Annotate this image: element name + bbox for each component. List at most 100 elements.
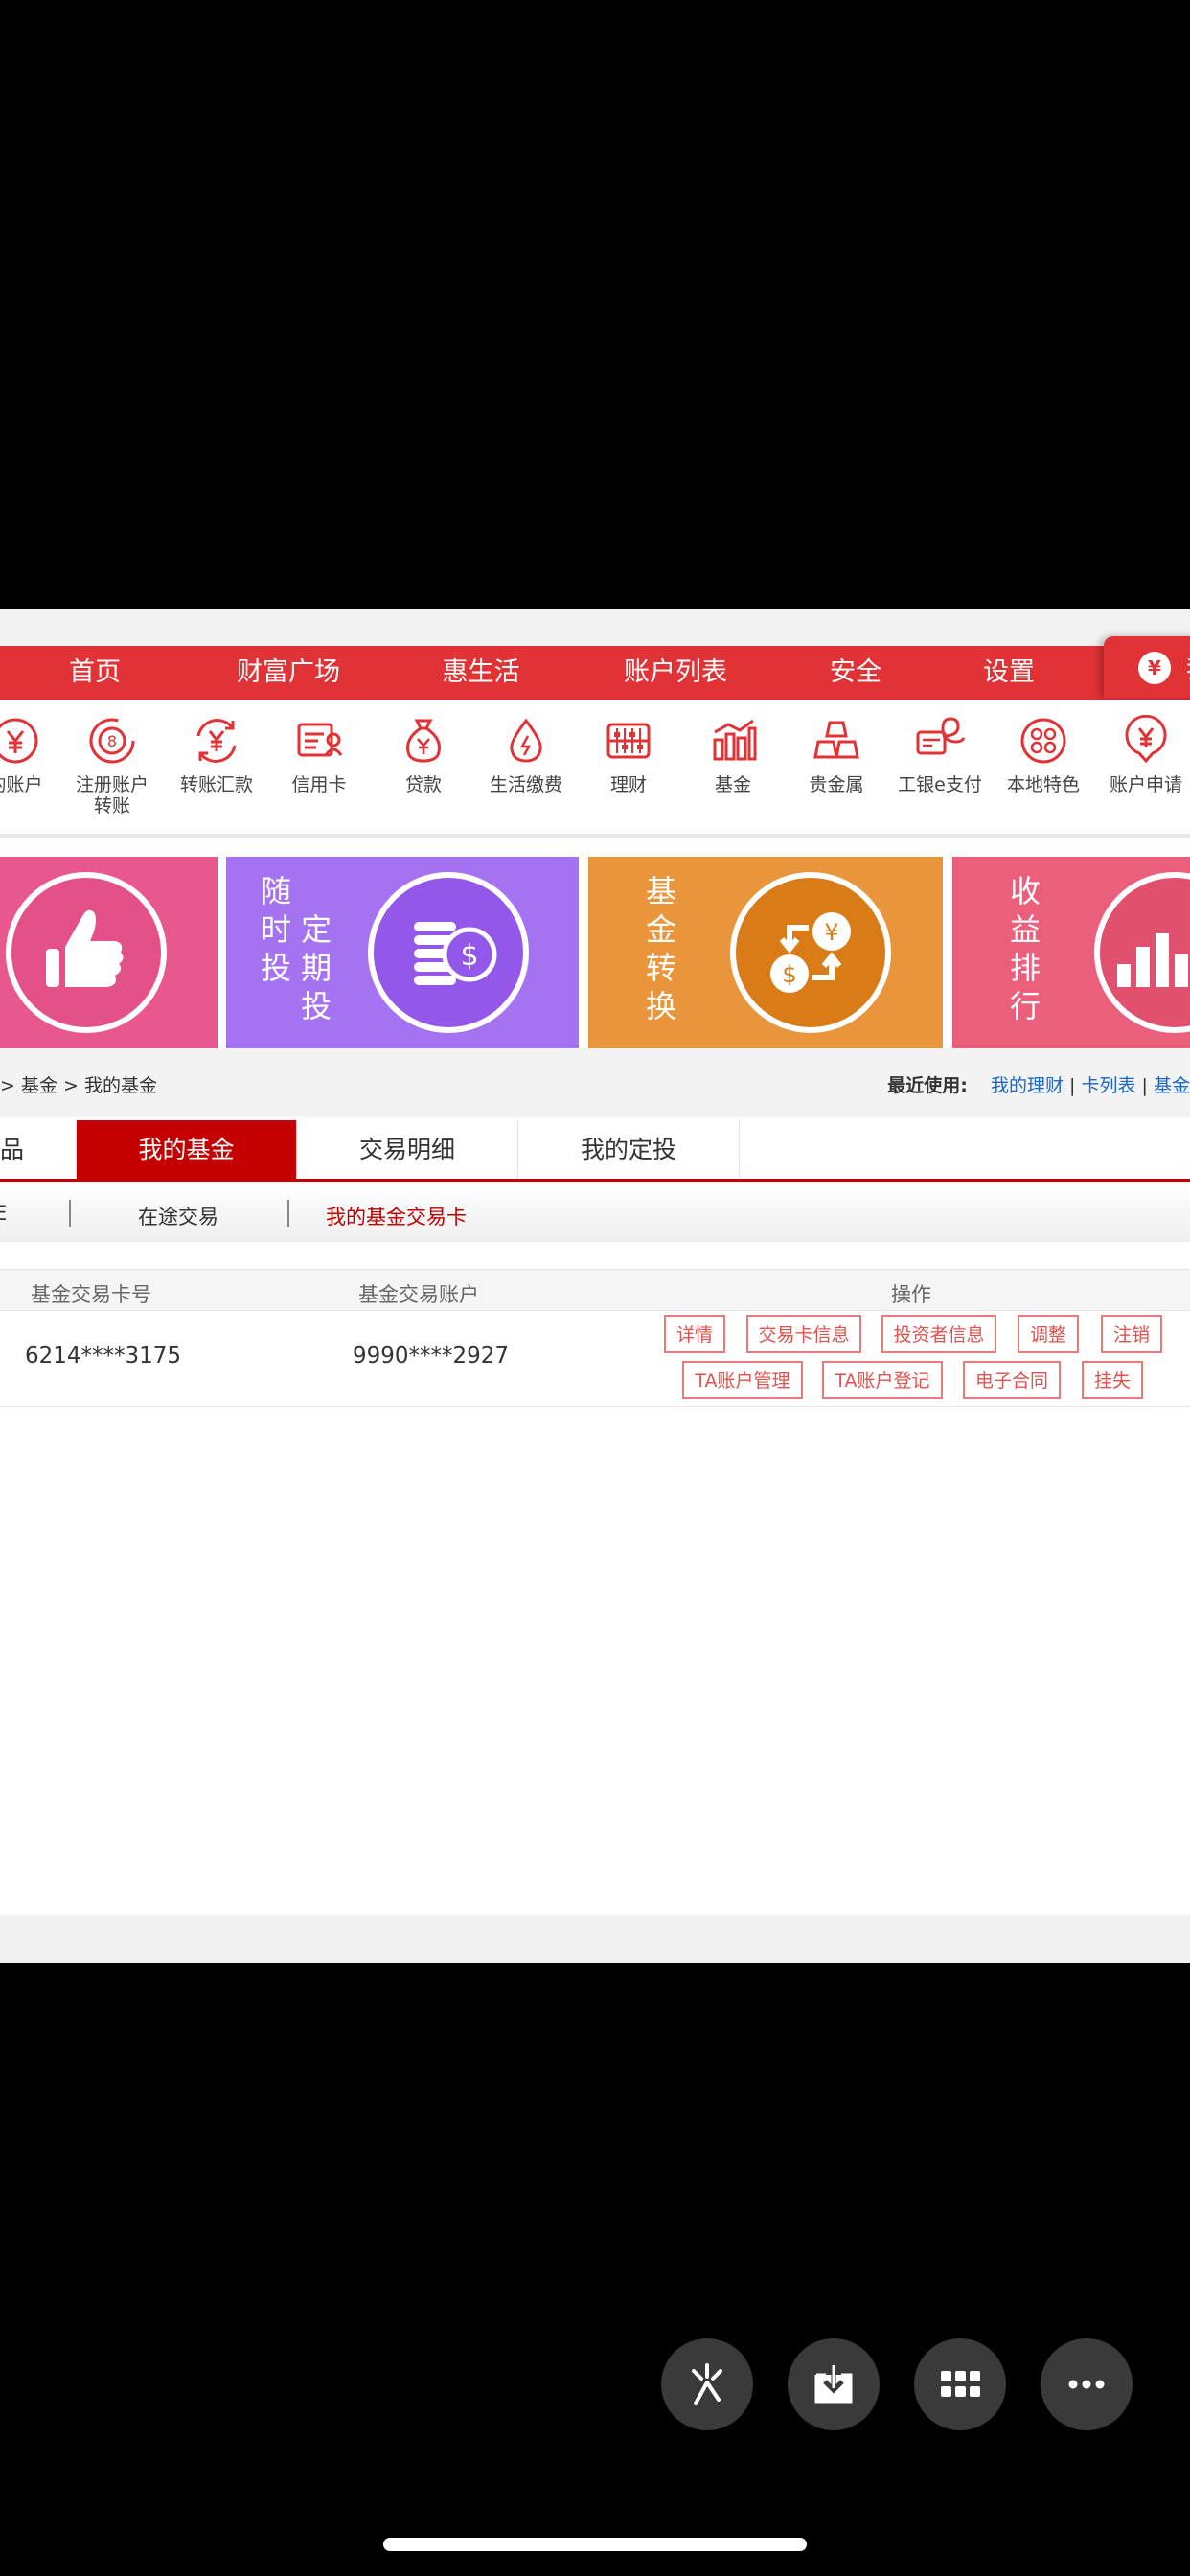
quick-link-credit-card[interactable]: 信用卡: [267, 700, 371, 795]
quick-link-label: 基金: [714, 774, 751, 795]
banner-recommend[interactable]: [0, 857, 218, 1048]
svg-text:8: 8: [107, 732, 117, 750]
local-dots-icon: [1020, 718, 1066, 764]
subtab-fund-trade-card[interactable]: 我的基金交易卡: [326, 1202, 467, 1230]
my-assets-badge[interactable]: ¥ 我: [1104, 636, 1190, 698]
report-loss-button[interactable]: 挂失: [1082, 1361, 1143, 1399]
grid-icon: [941, 2371, 980, 2397]
link-divider: |: [1069, 1075, 1082, 1096]
link-divider: |: [1141, 1075, 1154, 1096]
quick-link-fund[interactable]: 基金: [681, 700, 785, 795]
yuan-account-icon: [1125, 715, 1167, 764]
quick-link-account-apply[interactable]: 账户申请: [1094, 700, 1190, 795]
card-number: 6214****3175: [25, 1344, 182, 1368]
top-navigation: 首页 财富广场 惠生活 账户列表 安全 设置: [0, 646, 1190, 700]
badge-label: 我: [1186, 650, 1190, 685]
cancel-account-button[interactable]: 注销: [1101, 1315, 1162, 1353]
quick-link-label: 信用卡: [291, 774, 347, 795]
share-icon: [692, 2363, 722, 2405]
banner-title: 基 金 转 换: [646, 873, 677, 1024]
transfer-yuan-icon: [196, 719, 237, 763]
quick-link-label: 生活缴费: [489, 774, 562, 795]
fund-page: 首页 财富广场 惠生活 账户列表 安全 设置 ¥ 我 的账户 8 注册账户 转账…: [0, 610, 1190, 1963]
banner-return-ranking[interactable]: 收 益 排 行: [952, 857, 1190, 1048]
fund-subtabs: E 在途交易 我的基金交易卡: [0, 1184, 1190, 1242]
breadcrumb: > 基金 > 我的基金: [0, 1075, 157, 1096]
nav-account-list[interactable]: 账户列表: [624, 646, 727, 700]
thumbs-up-icon: [6, 872, 167, 1033]
water-drop-icon: [510, 718, 542, 763]
nav-life[interactable]: 惠生活: [443, 646, 520, 700]
header-card-number: 基金交易卡号: [31, 1283, 151, 1306]
quick-link-loan[interactable]: 贷款: [372, 700, 475, 795]
exchange-icon: ¥ $: [730, 872, 891, 1033]
quick-link-utilities[interactable]: 生活缴费: [474, 700, 578, 795]
credit-card-icon: [297, 723, 343, 757]
quick-link-e-pay[interactable]: 工银e支付: [888, 700, 992, 795]
tab-my-regular-invest[interactable]: 我的定投: [518, 1120, 740, 1179]
detail-button[interactable]: 详情: [664, 1315, 725, 1353]
ta-account-register-button[interactable]: TA账户登记: [822, 1361, 943, 1399]
subtab-divider: [69, 1200, 71, 1227]
recent-link-my-wealth[interactable]: 我的理财: [991, 1075, 1064, 1096]
top-strip: [0, 610, 1190, 646]
download-button[interactable]: [788, 2338, 880, 2430]
quick-link-label: 的账户: [0, 774, 43, 795]
quick-link-precious-metals[interactable]: 贵金属: [785, 700, 888, 795]
subtab-partial[interactable]: E: [0, 1202, 7, 1225]
yuan-circle-icon: [0, 718, 38, 764]
subtab-in-transit[interactable]: 在途交易: [138, 1202, 218, 1230]
bar-chart-icon: [713, 719, 757, 761]
abacus-icon: [606, 723, 651, 759]
banner-title: 随 时 定 投 期 投: [261, 873, 332, 1024]
quick-link-label: 注册账户 转账: [75, 774, 149, 816]
quick-links-row: 的账户 8 注册账户 转账 转账汇款 信用卡 贷款 生活缴费 理财 基金: [0, 700, 1190, 838]
nav-settings[interactable]: 设置: [983, 646, 1035, 700]
nav-security[interactable]: 安全: [830, 646, 881, 700]
quick-link-wealth[interactable]: 理财: [577, 700, 680, 795]
quick-link-transfer[interactable]: 转账汇款: [165, 700, 268, 795]
e-contract-button[interactable]: 电子合同: [963, 1361, 1061, 1399]
nav-wealth-plaza[interactable]: 财富广场: [237, 646, 340, 700]
more-icon: [1068, 2380, 1105, 2389]
nav-home[interactable]: 首页: [69, 646, 121, 700]
quick-link-my-account[interactable]: 的账户: [0, 700, 67, 795]
more-button[interactable]: [1041, 2338, 1133, 2430]
page-footer-strip: [0, 1915, 1190, 1963]
recent-used: 最近使用: 我的理财 | 卡列表 | 基金: [887, 1071, 1190, 1097]
money-bag-icon: ¥: [1138, 652, 1171, 684]
quick-link-label: 转账汇款: [179, 774, 253, 795]
fund-tabs: 品 我的基金 交易明细 我的定投: [0, 1120, 1190, 1182]
trade-account: 9990****2927: [353, 1344, 510, 1368]
gold-bars-icon: [813, 721, 859, 759]
apps-button[interactable]: [914, 2338, 1006, 2430]
breadcrumb-bar: > 基金 > 我的基金 最近使用: 我的理财 | 卡列表 | 基金: [0, 1048, 1190, 1117]
quick-link-label: 本地特色: [1006, 774, 1080, 795]
banner-regular-invest[interactable]: 随 时 定 投 期 投 $: [226, 857, 579, 1048]
tab-products[interactable]: 品: [0, 1120, 77, 1179]
svg-text:$: $: [460, 939, 478, 973]
header-trade-account: 基金交易账户: [358, 1283, 479, 1306]
coins-icon: $: [368, 872, 529, 1033]
card-info-button[interactable]: 交易卡信息: [746, 1315, 861, 1353]
ta-account-manage-button[interactable]: TA账户管理: [682, 1361, 803, 1399]
tab-my-fund[interactable]: 我的基金: [77, 1120, 297, 1179]
adjust-button[interactable]: 调整: [1018, 1315, 1079, 1353]
home-indicator[interactable]: [383, 2538, 807, 2551]
table-row: 6214****3175 9990****2927 详情 交易卡信息 投资者信息…: [0, 1311, 1190, 1407]
quick-link-register-transfer[interactable]: 8 注册账户 转账: [60, 700, 164, 816]
recent-link-fund[interactable]: 基金: [1154, 1075, 1190, 1096]
quick-link-label: 贷款: [404, 774, 442, 795]
download-icon: [814, 2365, 853, 2404]
investor-info-button[interactable]: 投资者信息: [881, 1315, 996, 1353]
header-actions: 操作: [891, 1283, 931, 1306]
ranking-icon: [1094, 872, 1190, 1033]
quick-link-local[interactable]: 本地特色: [992, 700, 1095, 795]
quick-link-label: 贵金属: [809, 774, 864, 795]
tab-transaction-details[interactable]: 交易明细: [297, 1120, 518, 1179]
share-button[interactable]: [661, 2338, 753, 2430]
dollar-circle-icon: 8: [89, 718, 135, 764]
banner-fund-switch[interactable]: 基 金 转 换 ¥ $: [588, 857, 943, 1048]
recent-link-card-list[interactable]: 卡列表: [1081, 1075, 1135, 1096]
table-header: 基金交易卡号 基金交易账户 操作: [0, 1269, 1190, 1311]
